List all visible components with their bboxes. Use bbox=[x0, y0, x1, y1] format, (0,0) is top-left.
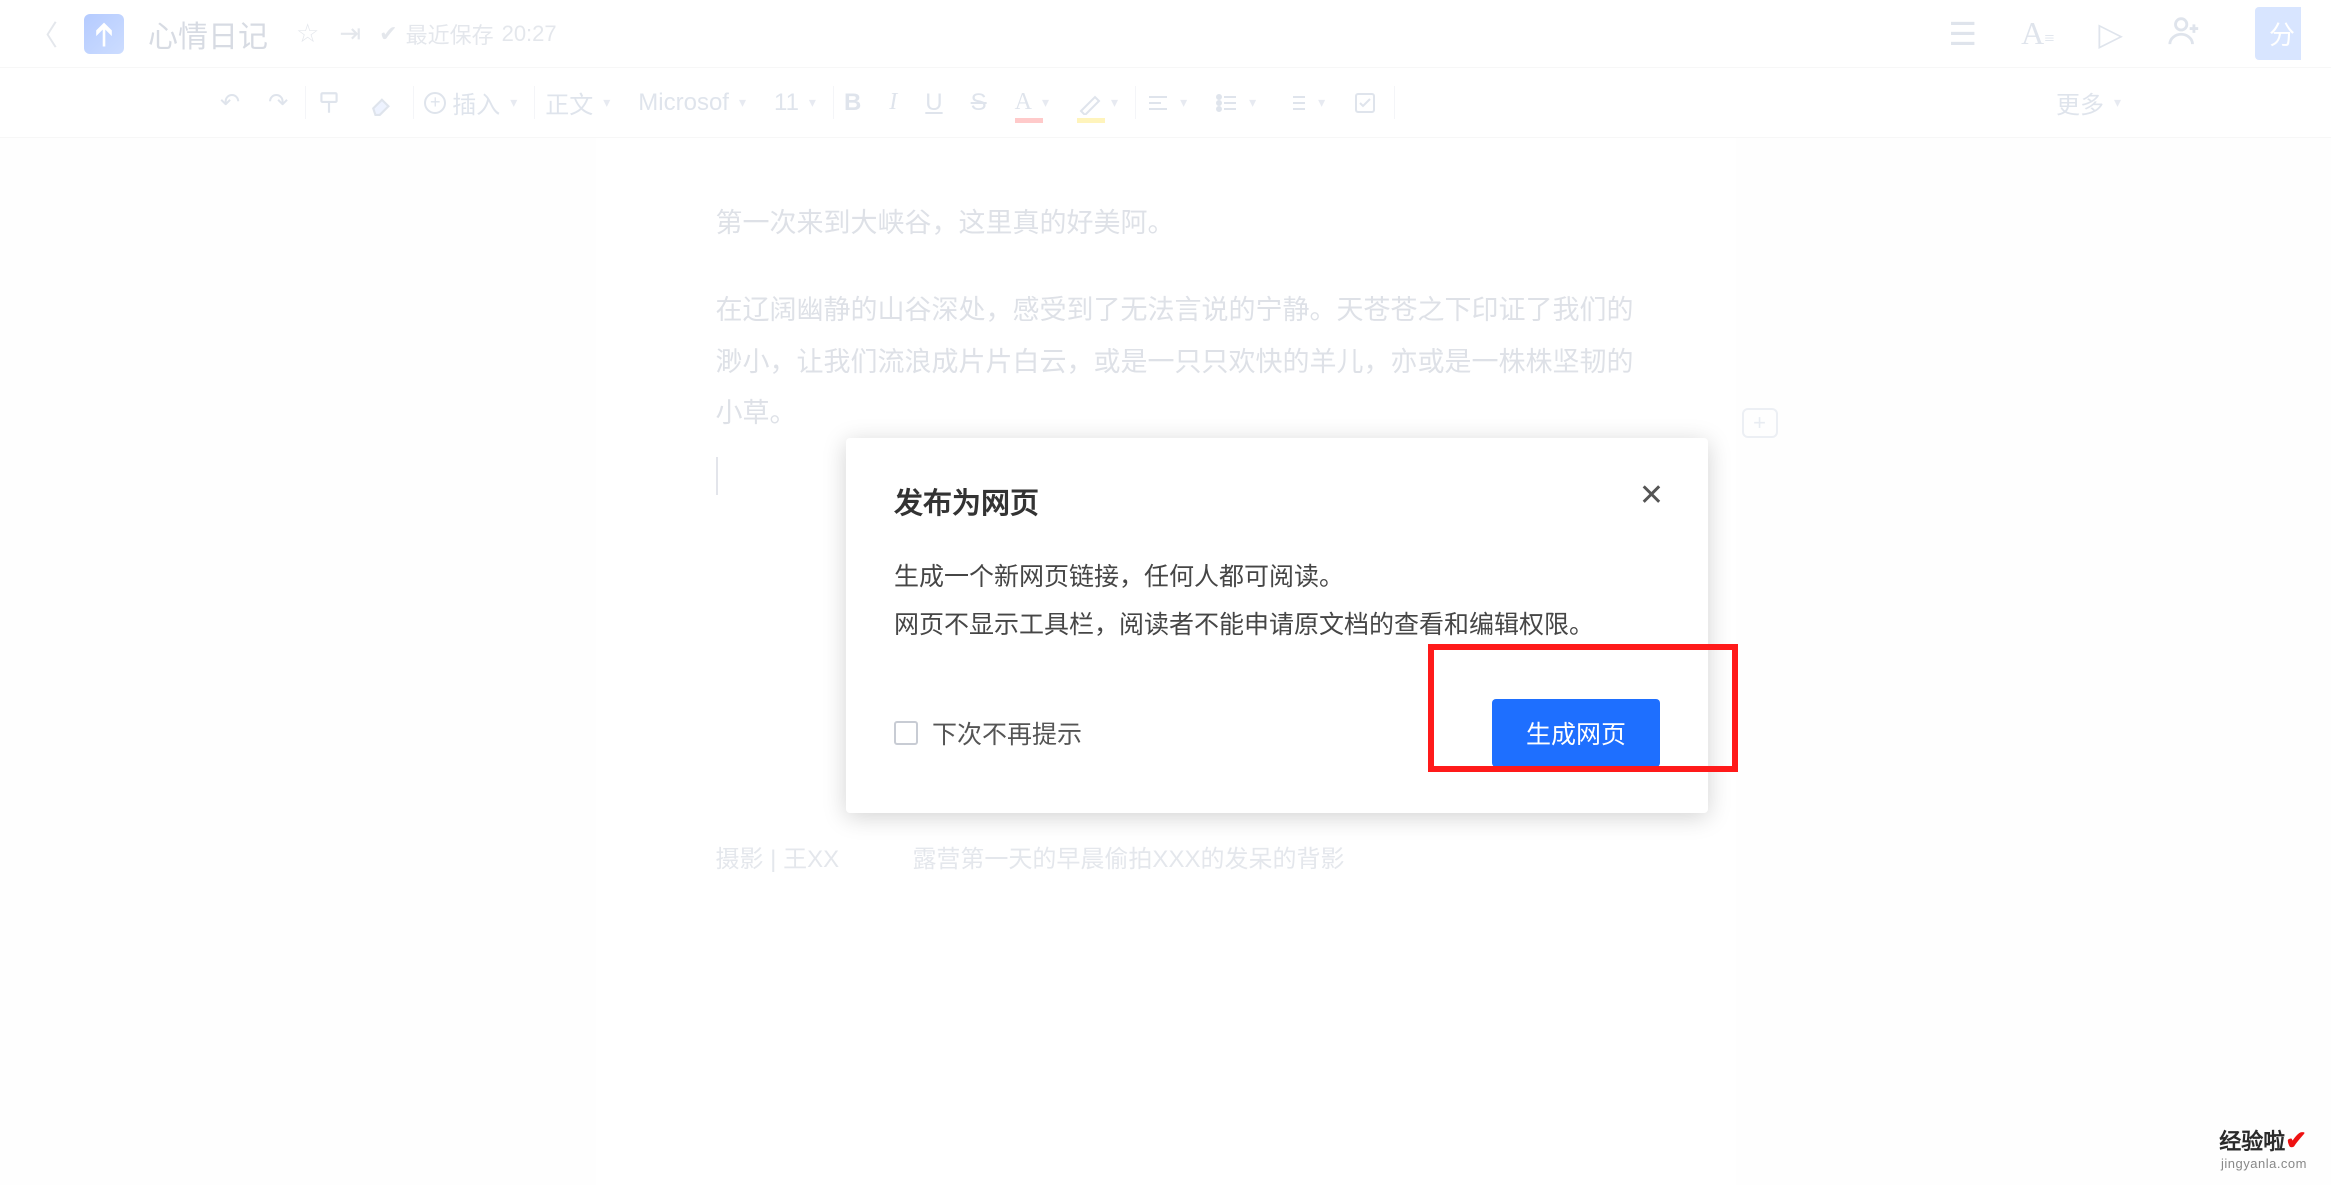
format-painter-button[interactable] bbox=[306, 68, 352, 137]
font-family-label: Microsof bbox=[638, 89, 729, 117]
more-menu[interactable]: 更多▾ bbox=[2056, 85, 2121, 120]
image-caption[interactable]: 摄影 | 王XX 露营第一天的早晨偷拍XXX的发呆的背影 bbox=[716, 839, 1656, 874]
header-actions: ☰ A≡ ▷ 分 bbox=[1948, 7, 2301, 60]
play-icon[interactable]: ▷ bbox=[2098, 15, 2123, 53]
save-status: ✔ 最近保存 20:27 bbox=[379, 18, 557, 50]
redo-button[interactable]: ↷ bbox=[258, 68, 298, 137]
paragraph-2[interactable]: 在辽阔幽静的山谷深处，感受到了无法言说的宁静。天苍苍之下印证了我们的渺小，让我们… bbox=[716, 285, 1656, 439]
highlight-color-button[interactable]: ▾ bbox=[1067, 68, 1128, 137]
paragraph-1[interactable]: 第一次来到大峡谷，这里真的好美阿。 bbox=[716, 198, 1656, 249]
watermark-check-icon: ✔ bbox=[2285, 1125, 2307, 1155]
folder-move-icon[interactable]: ⇥ bbox=[339, 18, 361, 49]
caption-right: 露营第一天的早晨偷拍XXX的发呆的背影 bbox=[912, 846, 1344, 873]
highlight-swatch bbox=[1077, 118, 1105, 123]
add-block-icon[interactable]: + bbox=[1742, 408, 1778, 438]
app-logo-icon[interactable] bbox=[84, 14, 124, 54]
back-icon[interactable]: 〈 bbox=[30, 14, 58, 54]
font-size-select[interactable]: 11▾ bbox=[764, 68, 826, 137]
dialog-body: 生成一个新网页链接，任何人都可阅读。 网页不显示工具栏，阅读者不能申请原文档的查… bbox=[894, 554, 1660, 649]
dialog-title: 发布为网页 bbox=[894, 480, 1660, 522]
dialog-footer: 下次不再提示 生成网页 bbox=[894, 699, 1660, 767]
add-user-icon[interactable] bbox=[2167, 13, 2201, 55]
underline-button[interactable]: U bbox=[915, 68, 952, 137]
bullet-list-button[interactable]: ▾ bbox=[1205, 68, 1266, 137]
caption-left: 摄影 | 王XX bbox=[716, 846, 840, 873]
star-icon[interactable]: ☆ bbox=[296, 18, 319, 49]
font-family-select[interactable]: Microsof▾ bbox=[628, 68, 756, 137]
font-color-swatch bbox=[1015, 118, 1043, 123]
insert-menu[interactable]: + 插入 ▾ bbox=[414, 68, 527, 137]
watermark-url: jingyanla.com bbox=[2219, 1156, 2307, 1171]
font-color-button[interactable]: A▾ bbox=[1005, 68, 1059, 137]
style-label: 正文 bbox=[545, 85, 593, 120]
titlebar: 〈 心情日记 ☆ ⇥ ✔ 最近保存 20:27 ☰ A≡ ▷ 分 bbox=[0, 0, 2331, 68]
bold-button[interactable]: B bbox=[834, 68, 871, 137]
strikethrough-button[interactable]: S bbox=[961, 68, 997, 137]
generate-page-button[interactable]: 生成网页 bbox=[1492, 699, 1660, 767]
checklist-button[interactable] bbox=[1343, 68, 1387, 137]
check-icon: ✔ bbox=[379, 21, 397, 47]
insert-label: 插入 bbox=[452, 85, 500, 120]
font-settings-icon[interactable]: A≡ bbox=[2021, 15, 2054, 52]
save-time: 20:27 bbox=[502, 21, 557, 47]
watermark: 经验啦✔ jingyanla.com bbox=[2219, 1124, 2307, 1171]
formatting-toolbar: ↶ ↷ + 插入 ▾ 正文▾ Microsof▾ 11▾ B I U S A▾ … bbox=[0, 68, 2331, 138]
dialog-line-2: 网页不显示工具栏，阅读者不能申请原文档的查看和编辑权限。 bbox=[894, 602, 1660, 650]
publish-dialog: 发布为网页 ✕ 生成一个新网页链接，任何人都可阅读。 网页不显示工具栏，阅读者不… bbox=[846, 438, 1708, 813]
save-prefix: 最近保存 bbox=[406, 18, 494, 50]
paragraph-style-select[interactable]: 正文▾ bbox=[535, 68, 620, 137]
document-title[interactable]: 心情日记 bbox=[148, 12, 268, 56]
align-button[interactable]: ▾ bbox=[1136, 68, 1197, 137]
menu-icon[interactable]: ☰ bbox=[1948, 15, 1977, 53]
close-icon[interactable]: ✕ bbox=[1639, 478, 1664, 513]
font-size-label: 11 bbox=[774, 89, 799, 117]
dont-show-checkbox[interactable] bbox=[894, 721, 918, 745]
undo-button[interactable]: ↶ bbox=[210, 68, 250, 137]
watermark-text: 经验啦 bbox=[2219, 1129, 2285, 1154]
dialog-line-1: 生成一个新网页链接，任何人都可阅读。 bbox=[894, 554, 1660, 602]
more-label: 更多 bbox=[2056, 85, 2104, 120]
eraser-button[interactable] bbox=[360, 68, 406, 137]
italic-button[interactable]: I bbox=[879, 68, 907, 137]
numbered-list-button[interactable]: ▾ bbox=[1274, 68, 1335, 137]
dont-show-label: 下次不再提示 bbox=[932, 715, 1082, 751]
share-button[interactable]: 分 bbox=[2255, 7, 2301, 60]
